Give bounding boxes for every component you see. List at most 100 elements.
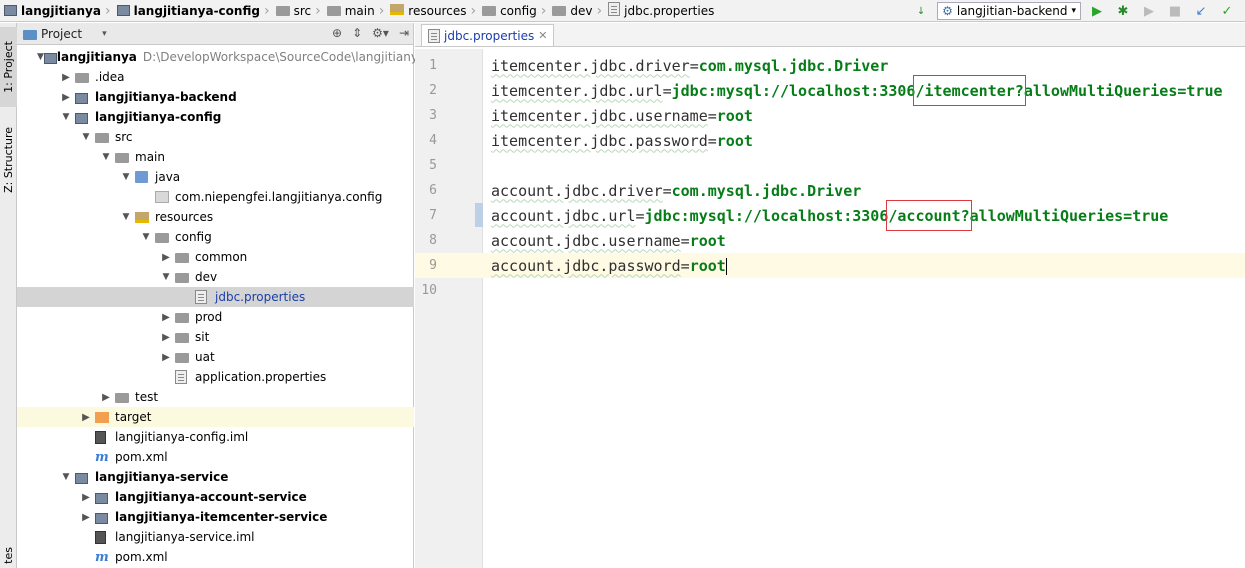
code-line[interactable]: 3 itemcenter.jdbc.username=root <box>415 103 1245 128</box>
tree-item[interactable]: ▼ langjitianya-config <box>17 107 414 127</box>
chevron-right-icon[interactable]: ▶ <box>57 72 75 83</box>
code-line[interactable]: 10 <box>415 278 1245 303</box>
chevron-down-icon[interactable]: ▼ <box>37 52 44 62</box>
tree-item[interactable]: ▼ dev <box>17 267 414 287</box>
code-line[interactable]: 8 account.jdbc.username=root <box>415 228 1245 253</box>
stop-icon[interactable]: ■ <box>1165 1 1185 21</box>
chevron-right-icon[interactable]: ▶ <box>157 312 175 323</box>
tree-item[interactable]: ▼ config <box>17 227 414 247</box>
tree-item[interactable]: ▶langjitianya-service.iml <box>17 527 414 547</box>
settings-icon[interactable]: ⚙▾ <box>372 26 389 40</box>
tree-item[interactable]: ▶com.niepengfei.langjitianya.config <box>17 187 414 207</box>
code-line[interactable]: 6 account.jdbc.driver=com.mysql.jdbc.Driv… <box>415 178 1245 203</box>
tab-jdbc-properties[interactable]: jdbc.properties ✕ <box>421 24 555 46</box>
coverage-icon[interactable]: ▶ <box>1139 1 1159 21</box>
code-line[interactable]: 2 itemcenter.jdbc.url=jdbc:mysql://localh… <box>415 75 1245 106</box>
code-line[interactable]: 4 itemcenter.jdbc.password=root <box>415 128 1245 153</box>
code-line[interactable]: 1 itemcenter.jdbc.driver=com.mysql.jdbc.D… <box>415 53 1245 78</box>
code-line[interactable]: 7 account.jdbc.url=jdbc:mysql://localhost… <box>415 200 1245 231</box>
chevron-right-icon[interactable]: ▶ <box>77 492 95 503</box>
breadcrumb-item[interactable]: dev › <box>548 0 604 22</box>
tree-item[interactable]: ▶jdbc.properties <box>17 287 414 307</box>
tree-item[interactable]: ▶ target <box>17 407 414 427</box>
code-line[interactable]: 5 <box>415 153 1245 178</box>
chevron-down-icon[interactable]: ▼ <box>117 172 135 182</box>
breadcrumb-item[interactable]: jdbc.properties <box>604 0 716 22</box>
vcs-commit-icon[interactable]: ✓ <box>1217 1 1237 21</box>
chevron-right-icon[interactable]: ▶ <box>77 412 95 423</box>
folder-icon <box>115 152 135 163</box>
project-panel-header: Project ▾ ⊕ ⇕ ⚙▾ ⇥ <box>17 23 413 45</box>
tree-item[interactable]: ▼ langjitianya-service <box>17 467 414 487</box>
breadcrumb: langjitianya › langjitianya-config › src › mai… <box>0 0 716 22</box>
chevron-right-icon[interactable]: ▶ <box>57 92 75 103</box>
chevron-down-icon[interactable]: ▼ <box>57 112 75 122</box>
vcs-update-icon[interactable]: ↙ <box>1191 1 1211 21</box>
tab-bottom[interactable]: tes <box>0 543 17 567</box>
build-icon[interactable]: ↓ <box>911 1 931 21</box>
folder-icon <box>326 4 341 18</box>
chevron-down-icon[interactable]: ▾ <box>102 29 107 39</box>
close-icon[interactable]: ✕ <box>538 29 547 42</box>
tree-item[interactable]: ▼ langjitianya D:\DevelopWorkspace\SourceC… <box>17 47 425 67</box>
chevron-right-icon[interactable]: ▶ <box>157 252 175 263</box>
chevron-right-icon[interactable]: ▶ <box>77 512 95 523</box>
tree-item[interactable]: ▶langjitianya-config.iml <box>17 427 414 447</box>
equals-sign: = <box>635 206 645 225</box>
iml-file-icon <box>95 530 115 544</box>
chevron-down-icon: ▾ <box>1071 6 1076 16</box>
project-panel-title[interactable]: Project <box>41 27 82 41</box>
tree-item[interactable]: ▶ langjitianya-itemcenter-service <box>17 507 414 527</box>
breadcrumb-item[interactable]: langjitianya › <box>0 0 113 22</box>
tree-item[interactable]: ▼ main <box>17 147 414 167</box>
tree-item-label: target <box>115 410 152 424</box>
run-icon[interactable]: ▶ <box>1087 1 1107 21</box>
tree-item[interactable]: ▶ common <box>17 247 414 267</box>
tree-item[interactable]: ▶ sit <box>17 327 414 347</box>
code-text: itemcenter.jdbc.username=root <box>491 107 753 125</box>
chevron-down-icon[interactable]: ▼ <box>97 152 115 162</box>
breadcrumb-item[interactable]: src › <box>272 0 323 22</box>
tree-item-label: dev <box>195 270 218 284</box>
property-key: account.jdbc.password <box>491 256 681 275</box>
chevron-down-icon[interactable]: ▼ <box>157 272 175 282</box>
chevron-down-icon[interactable]: ▼ <box>137 232 155 242</box>
breadcrumb-item[interactable]: main › <box>323 0 387 22</box>
tree-item[interactable]: ▼ java <box>17 167 414 187</box>
tree-item[interactable]: ▶ uat <box>17 347 414 367</box>
tree-item-label: prod <box>195 310 223 324</box>
tree-item-label: uat <box>195 350 215 364</box>
tree-item[interactable]: ▶ prod <box>17 307 414 327</box>
tab-structure-label: Z: Structure <box>2 127 15 193</box>
collapse-all-icon[interactable]: ⇕ <box>352 26 362 40</box>
tab-structure[interactable]: Z: Structure <box>0 119 17 201</box>
chevron-right-icon[interactable]: ▶ <box>157 352 175 363</box>
target-icon[interactable]: ⊕ <box>332 26 342 40</box>
properties-file-icon <box>195 290 215 304</box>
tree-item[interactable]: ▶ langjitianya-backend <box>17 87 414 107</box>
excluded-folder-icon <box>95 411 115 423</box>
breadcrumb-item[interactable]: config › <box>478 0 548 22</box>
code-line[interactable]: 9 account.jdbc.password=root <box>415 253 1245 278</box>
tree-item[interactable]: ▶ langjitianya-account-service <box>17 487 414 507</box>
tree-item[interactable]: ▼ src <box>17 127 414 147</box>
tree-item-label: pom.xml <box>115 550 168 564</box>
breadcrumb-item[interactable]: resources › <box>386 0 478 22</box>
tree-item[interactable]: ▶mpom.xml <box>17 447 414 467</box>
tree-item[interactable]: ▶ test <box>17 387 414 407</box>
hide-icon[interactable]: ⇥ <box>399 26 409 40</box>
tree-item[interactable]: ▶application.properties <box>17 367 414 387</box>
breadcrumb-item[interactable]: langjitianya-config › <box>113 0 272 22</box>
chevron-down-icon[interactable]: ▼ <box>57 472 75 482</box>
chevron-right-icon[interactable]: ▶ <box>97 392 115 403</box>
tree-item[interactable]: ▶ .idea <box>17 67 414 87</box>
tree-item[interactable]: ▶mpom.xml <box>17 547 414 567</box>
tree-item[interactable]: ▼ resources <box>17 207 414 227</box>
run-config-select[interactable]: ⚙ langjitian-backend ▾ <box>937 2 1081 20</box>
chevron-down-icon[interactable]: ▼ <box>77 132 95 142</box>
tab-project[interactable]: 1: Project <box>0 27 17 107</box>
chevron-down-icon[interactable]: ▼ <box>117 212 135 222</box>
equals-sign: = <box>662 81 672 100</box>
debug-icon[interactable]: ✱ <box>1113 1 1133 21</box>
chevron-right-icon[interactable]: ▶ <box>157 332 175 343</box>
